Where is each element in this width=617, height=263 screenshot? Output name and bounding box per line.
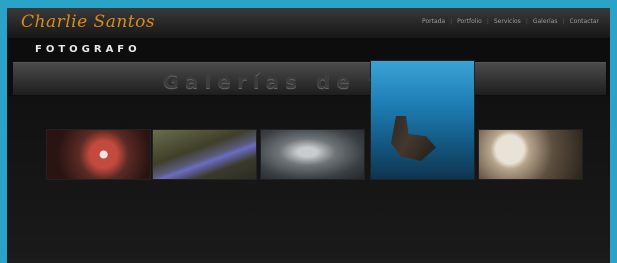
nav-item-portada[interactable]: Portada bbox=[417, 18, 450, 25]
main-nav: Portada | Portfolio | Servicios | Galerí… bbox=[417, 18, 604, 25]
gallery-thumb-4-selected[interactable] bbox=[370, 60, 475, 180]
gallery-thumb-2[interactable] bbox=[152, 129, 257, 180]
hero-banner: Galerías de fotos bbox=[13, 62, 606, 95]
gallery-thumb-3[interactable] bbox=[260, 129, 365, 180]
nav-item-contactar[interactable]: Contactar bbox=[565, 18, 605, 25]
site-logo[interactable]: Charlie Santos bbox=[21, 12, 155, 32]
page-title: Galerías de fotos bbox=[162, 69, 457, 93]
nav-item-galerias[interactable]: Galerías bbox=[528, 18, 563, 25]
page-container: Charlie Santos Portada | Portfolio | Ser… bbox=[7, 8, 610, 263]
nav-item-servicios[interactable]: Servicios bbox=[489, 18, 526, 25]
gallery-thumb-1[interactable] bbox=[46, 129, 151, 180]
footer-divider bbox=[7, 259, 610, 263]
gallery-thumb-5[interactable] bbox=[478, 129, 583, 180]
top-navigation-bar: Charlie Santos Portada | Portfolio | Ser… bbox=[7, 8, 610, 38]
site-subtitle: FOTOGRAFO bbox=[35, 44, 141, 55]
nav-item-portfolio[interactable]: Portfolio bbox=[452, 18, 487, 25]
